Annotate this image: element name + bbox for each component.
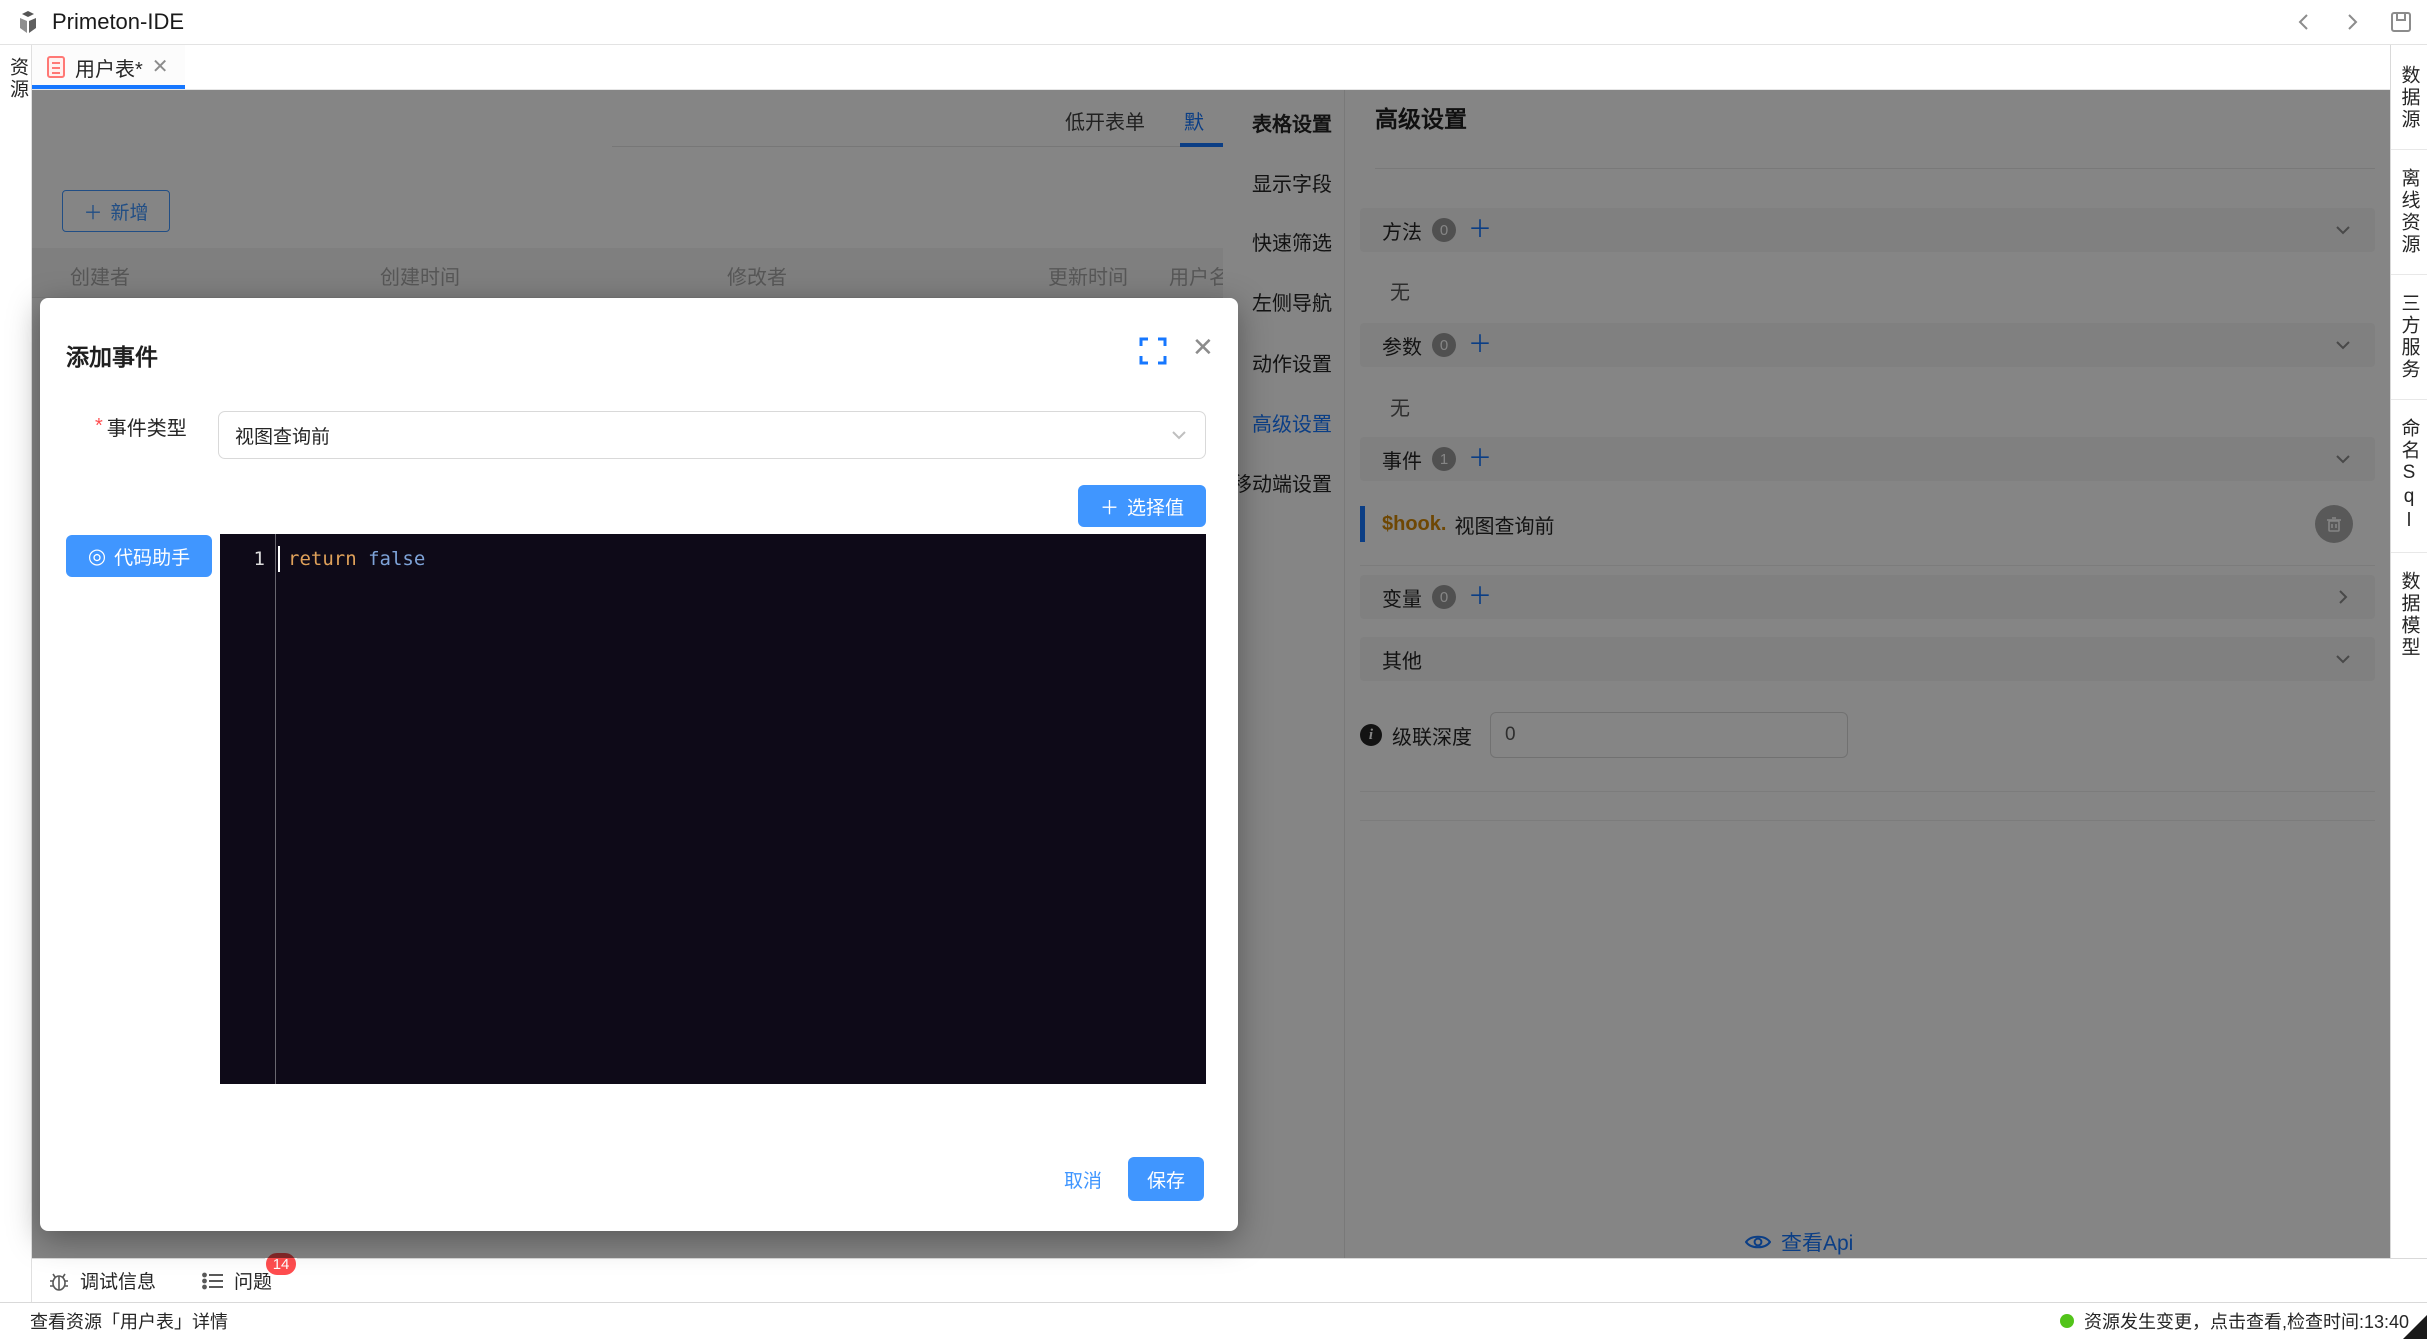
line-number: 1 xyxy=(254,548,265,570)
nav-forward-icon[interactable] xyxy=(2341,11,2363,33)
plus-icon: ＋ xyxy=(1100,493,1119,520)
title-bar: Primeton-IDE xyxy=(0,0,2427,45)
required-mark: * xyxy=(95,415,103,438)
left-rail: 资源 xyxy=(0,45,32,1302)
dialog-title: 添加事件 xyxy=(66,338,158,372)
status-green-dot-icon xyxy=(2060,1314,2074,1328)
app-title: Primeton-IDE xyxy=(52,9,184,35)
right-rail: 数据源 离线资源 三方服务 命名Sql 数据模型 xyxy=(2390,45,2427,1302)
tab-user-table[interactable]: 用户表* ✕ xyxy=(32,45,185,89)
nav-back-icon[interactable] xyxy=(2293,11,2315,33)
code-assistant-button[interactable]: ◎ 代码助手 xyxy=(66,535,212,577)
fullscreen-icon[interactable] xyxy=(1138,336,1168,366)
save-icon[interactable] xyxy=(2389,10,2413,34)
editor-gutter: 1 xyxy=(220,534,276,1084)
bottom-panel-bar: 调试信息 问题 14 xyxy=(32,1258,2427,1302)
rail-item-third-party-services[interactable]: 三方服务 xyxy=(2396,285,2423,395)
resource-changed-notice[interactable]: 资源发生变更，点击查看,检查时间:13:40 xyxy=(2060,1308,2409,1334)
rail-divider xyxy=(2391,399,2427,400)
save-button[interactable]: 保存 xyxy=(1128,1157,1204,1201)
rail-item-data-model[interactable]: 数据模型 xyxy=(2396,563,2423,673)
editor-tab-bar: 用户表* ✕ xyxy=(32,45,2390,90)
text-cursor xyxy=(278,546,280,572)
rail-item-resources[interactable]: 资源 xyxy=(0,57,31,101)
event-type-field-label: * 事件类型 xyxy=(95,412,205,441)
rail-item-offline-resources[interactable]: 离线资源 xyxy=(2396,160,2423,270)
list-icon xyxy=(202,1271,224,1291)
active-tab-underline xyxy=(32,85,185,89)
rail-divider xyxy=(2391,552,2427,553)
bug-icon xyxy=(48,1270,70,1292)
event-type-value: 视图查询前 xyxy=(235,422,330,449)
code-line: return false xyxy=(288,548,425,570)
select-value-button[interactable]: ＋ 选择值 xyxy=(1078,485,1206,527)
rail-divider xyxy=(2391,274,2427,275)
resize-grip[interactable] xyxy=(2403,1315,2427,1339)
event-type-select[interactable]: 视图查询前 xyxy=(218,411,1206,459)
form-document-icon xyxy=(46,55,66,79)
dialog-footer: 取消 保存 xyxy=(1064,1157,1204,1201)
tab-label: 用户表* xyxy=(75,53,143,82)
debug-info-button[interactable]: 调试信息 xyxy=(48,1267,156,1294)
rail-item-datasource[interactable]: 数据源 xyxy=(2396,57,2423,145)
add-event-dialog: 添加事件 ✕ * 事件类型 视图查询前 ＋ 选择值 ◎ 代码助手 1 retur… xyxy=(40,298,1238,1231)
app-logo-icon xyxy=(14,8,42,36)
tab-close-icon[interactable]: ✕ xyxy=(152,57,169,77)
status-bar: 查看资源「用户表」详情 资源发生变更，点击查看,检查时间:13:40 xyxy=(0,1302,2427,1339)
code-editor[interactable]: 1 return false xyxy=(220,534,1206,1084)
close-icon[interactable]: ✕ xyxy=(1192,332,1214,363)
rail-item-named-sql[interactable]: 命名Sql xyxy=(2396,410,2423,548)
status-left-text: 查看资源「用户表」详情 xyxy=(30,1308,228,1334)
problems-button[interactable]: 问题 14 xyxy=(202,1267,272,1294)
rail-divider xyxy=(2391,149,2427,150)
target-icon: ◎ xyxy=(88,546,106,567)
chevron-down-icon xyxy=(1169,425,1189,445)
cancel-button[interactable]: 取消 xyxy=(1064,1166,1102,1193)
